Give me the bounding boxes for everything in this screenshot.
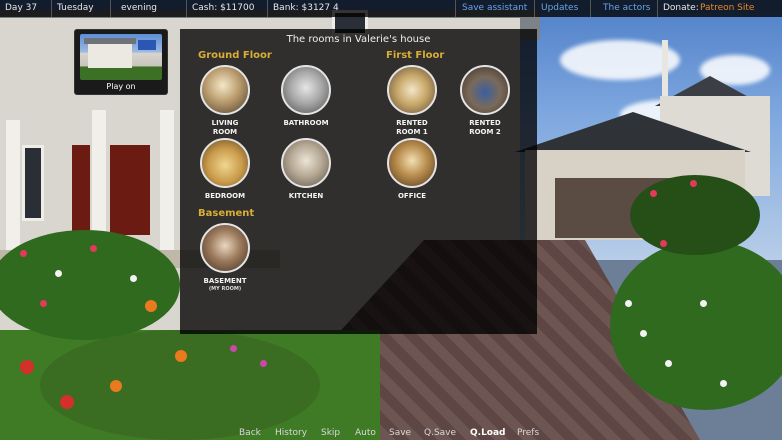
- kitchen-thumbnail: [281, 138, 331, 188]
- flower: [20, 250, 27, 257]
- porch-column: [6, 120, 20, 250]
- flower: [700, 300, 707, 307]
- back-button[interactable]: Back: [239, 428, 261, 438]
- flower: [230, 345, 237, 352]
- room-basement[interactable]: BASEMENT (MY ROOM): [193, 223, 257, 292]
- basement-thumbnail: [200, 223, 250, 273]
- rented-room-2-thumbnail: [460, 65, 510, 115]
- play-on-label: Play on: [106, 82, 136, 91]
- save-button[interactable]: Save: [389, 428, 411, 438]
- divider: [267, 0, 268, 17]
- divider: [110, 0, 111, 17]
- cash-amount: Cash: $11700: [192, 3, 255, 13]
- porch-column: [92, 110, 106, 250]
- quick-save-button[interactable]: Q.Save: [424, 428, 456, 438]
- flower: [720, 380, 727, 387]
- flower-bed: [40, 330, 320, 440]
- flower: [60, 395, 74, 409]
- prefs-button[interactable]: Prefs: [517, 428, 539, 438]
- room-bathroom[interactable]: BATHROOM: [274, 65, 338, 128]
- bank-amount: Bank: $3127 4: [273, 3, 339, 13]
- donate-label: Donate:: [663, 3, 699, 13]
- room-label: BATHROOM: [283, 119, 329, 127]
- save-assistant-link[interactable]: Save assistant: [462, 3, 527, 13]
- divider: [455, 0, 456, 17]
- room-bedroom[interactable]: BEDROOM: [193, 138, 257, 201]
- living-room-thumbnail: [200, 65, 250, 115]
- flower: [665, 360, 672, 367]
- flower: [20, 360, 34, 374]
- flower: [130, 275, 137, 282]
- rented-room-1-thumbnail: [387, 65, 437, 115]
- bedroom-thumbnail: [200, 138, 250, 188]
- the-actors-link[interactable]: The actors: [603, 3, 651, 13]
- status-bar: Day 37 Tuesday evening Cash: $11700 Bank…: [0, 0, 782, 17]
- divider: [590, 0, 591, 17]
- front-door: [110, 145, 150, 235]
- front-door: [72, 145, 90, 235]
- room-sublabel: (MY ROOM): [208, 286, 242, 292]
- garage-roof: [515, 112, 751, 152]
- updates-link[interactable]: Updates: [541, 3, 578, 13]
- flower: [690, 180, 697, 187]
- flower: [175, 350, 187, 362]
- thumbnail-sky: [138, 40, 156, 50]
- room-label: RENTED ROOM 2: [469, 119, 501, 136]
- bathroom-thumbnail: [281, 65, 331, 115]
- office-thumbnail: [387, 138, 437, 188]
- history-button[interactable]: History: [275, 428, 307, 438]
- divider: [186, 0, 187, 17]
- room-label: LIVING ROOM: [211, 119, 239, 136]
- auto-button[interactable]: Auto: [355, 428, 376, 438]
- room-rented-room-2[interactable]: RENTED ROOM 2: [453, 65, 517, 137]
- flower: [145, 300, 157, 312]
- basement-heading: Basement: [198, 208, 255, 219]
- patreon-link[interactable]: Patreon Site: [700, 3, 754, 13]
- room-kitchen[interactable]: KITCHEN: [274, 138, 338, 201]
- quick-load-button[interactable]: Q.Load: [470, 428, 506, 438]
- weekday: Tuesday: [57, 3, 94, 13]
- room-office[interactable]: OFFICE: [380, 138, 444, 201]
- thumbnail-roof: [84, 38, 136, 44]
- room-label: KITCHEN: [288, 192, 324, 200]
- skip-button[interactable]: Skip: [321, 428, 340, 438]
- house-thumbnail: [80, 34, 162, 80]
- day-counter: Day 37: [5, 3, 38, 13]
- flower: [110, 380, 122, 392]
- first-floor-heading: First Floor: [386, 50, 445, 61]
- flower: [650, 190, 657, 197]
- thumbnail-house: [88, 42, 132, 68]
- panel-title: The rooms in Valerie's house: [286, 34, 431, 45]
- flower: [55, 270, 62, 277]
- ground-floor-heading: Ground Floor: [198, 50, 272, 61]
- flower: [640, 330, 647, 337]
- room-label: OFFICE: [397, 192, 427, 200]
- quick-menu: Back History Skip Auto Save Q.Save Q.Loa…: [0, 428, 782, 440]
- window: [22, 145, 44, 221]
- flower: [90, 245, 97, 252]
- divider: [657, 0, 658, 17]
- divider: [51, 0, 52, 17]
- porch-column: [160, 110, 174, 250]
- room-label: RENTED ROOM 1: [396, 119, 428, 136]
- divider: [534, 0, 535, 17]
- flower: [660, 240, 667, 247]
- time-of-day: evening: [121, 3, 158, 13]
- play-on-button[interactable]: Play on: [74, 29, 168, 95]
- room-rented-room-1[interactable]: RENTED ROOM 1: [380, 65, 444, 137]
- flower-bush: [630, 175, 760, 255]
- room-label: BASEMENT: [203, 277, 247, 285]
- flower: [40, 300, 47, 307]
- room-living-room[interactable]: LIVING ROOM: [193, 65, 257, 137]
- room-label: BEDROOM: [204, 192, 246, 200]
- flower: [260, 360, 267, 367]
- rooms-panel: The rooms in Valerie's house Ground Floo…: [180, 29, 537, 334]
- flower: [625, 300, 632, 307]
